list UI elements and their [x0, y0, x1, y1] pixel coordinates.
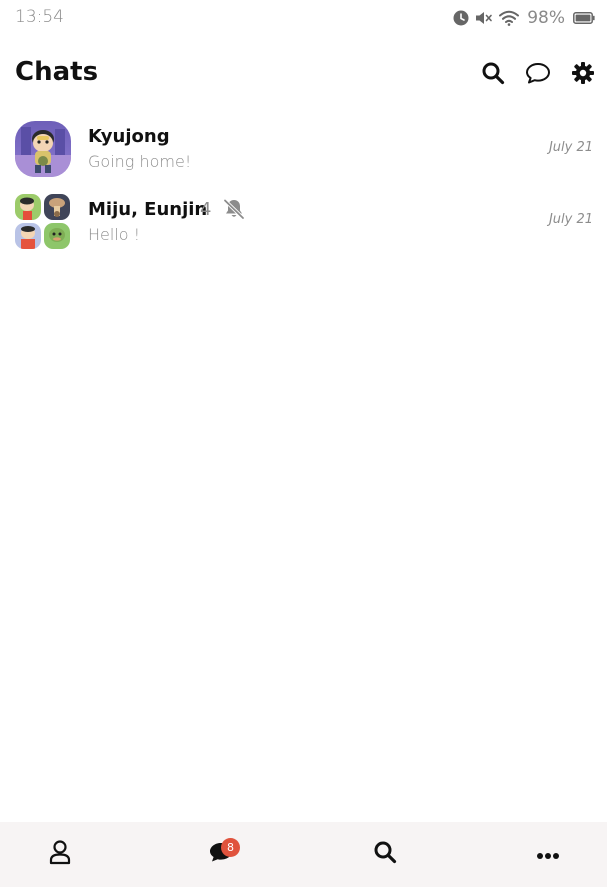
battery-percent: 98%	[527, 8, 565, 28]
chat-preview: Hello !	[88, 225, 141, 244]
wifi-icon	[499, 10, 520, 26]
member-avatar	[44, 223, 70, 249]
muted-bell-icon	[222, 197, 246, 225]
member-avatar	[15, 223, 41, 249]
chat-name: Kyujong	[88, 126, 170, 147]
search-icon	[373, 840, 397, 868]
bottom-nav	[0, 822, 607, 887]
nav-search[interactable]	[370, 839, 400, 869]
status-bar: 13:54 98%	[0, 0, 607, 36]
battery-icon	[573, 12, 595, 24]
new-chat-icon	[525, 61, 551, 89]
settings-button[interactable]	[568, 60, 598, 90]
status-icons: 98%	[453, 6, 595, 30]
search-icon	[481, 61, 505, 89]
search-button[interactable]	[478, 60, 508, 90]
nav-more[interactable]	[533, 839, 563, 869]
member-avatar	[15, 194, 41, 220]
avatar	[15, 121, 71, 177]
chat-row-kyujong[interactable]: Kyujong Going home! July 21	[0, 118, 607, 184]
chat-row-miju-eunjin[interactable]: Miju, Eunjin 4 Hello ! July 21	[0, 190, 607, 256]
chat-date: July 21	[548, 140, 593, 155]
friends-icon	[48, 839, 72, 869]
group-avatar	[15, 194, 71, 250]
settings-icon	[571, 61, 595, 89]
header: Chats	[0, 52, 607, 100]
new-chat-button[interactable]	[523, 60, 553, 90]
alarm-icon	[453, 10, 469, 26]
member-avatar	[44, 194, 70, 220]
chat-date: July 21	[548, 212, 593, 227]
unread-badge: 8	[221, 838, 240, 857]
chat-name: Miju, Eunjin	[88, 199, 208, 220]
more-icon	[536, 845, 560, 864]
member-count: 4	[200, 199, 212, 220]
page-title: Chats	[15, 57, 99, 87]
chat-preview: Going home!	[88, 152, 192, 171]
mute-icon	[475, 10, 493, 26]
status-time: 13:54	[15, 7, 64, 27]
nav-friends[interactable]	[45, 839, 75, 869]
